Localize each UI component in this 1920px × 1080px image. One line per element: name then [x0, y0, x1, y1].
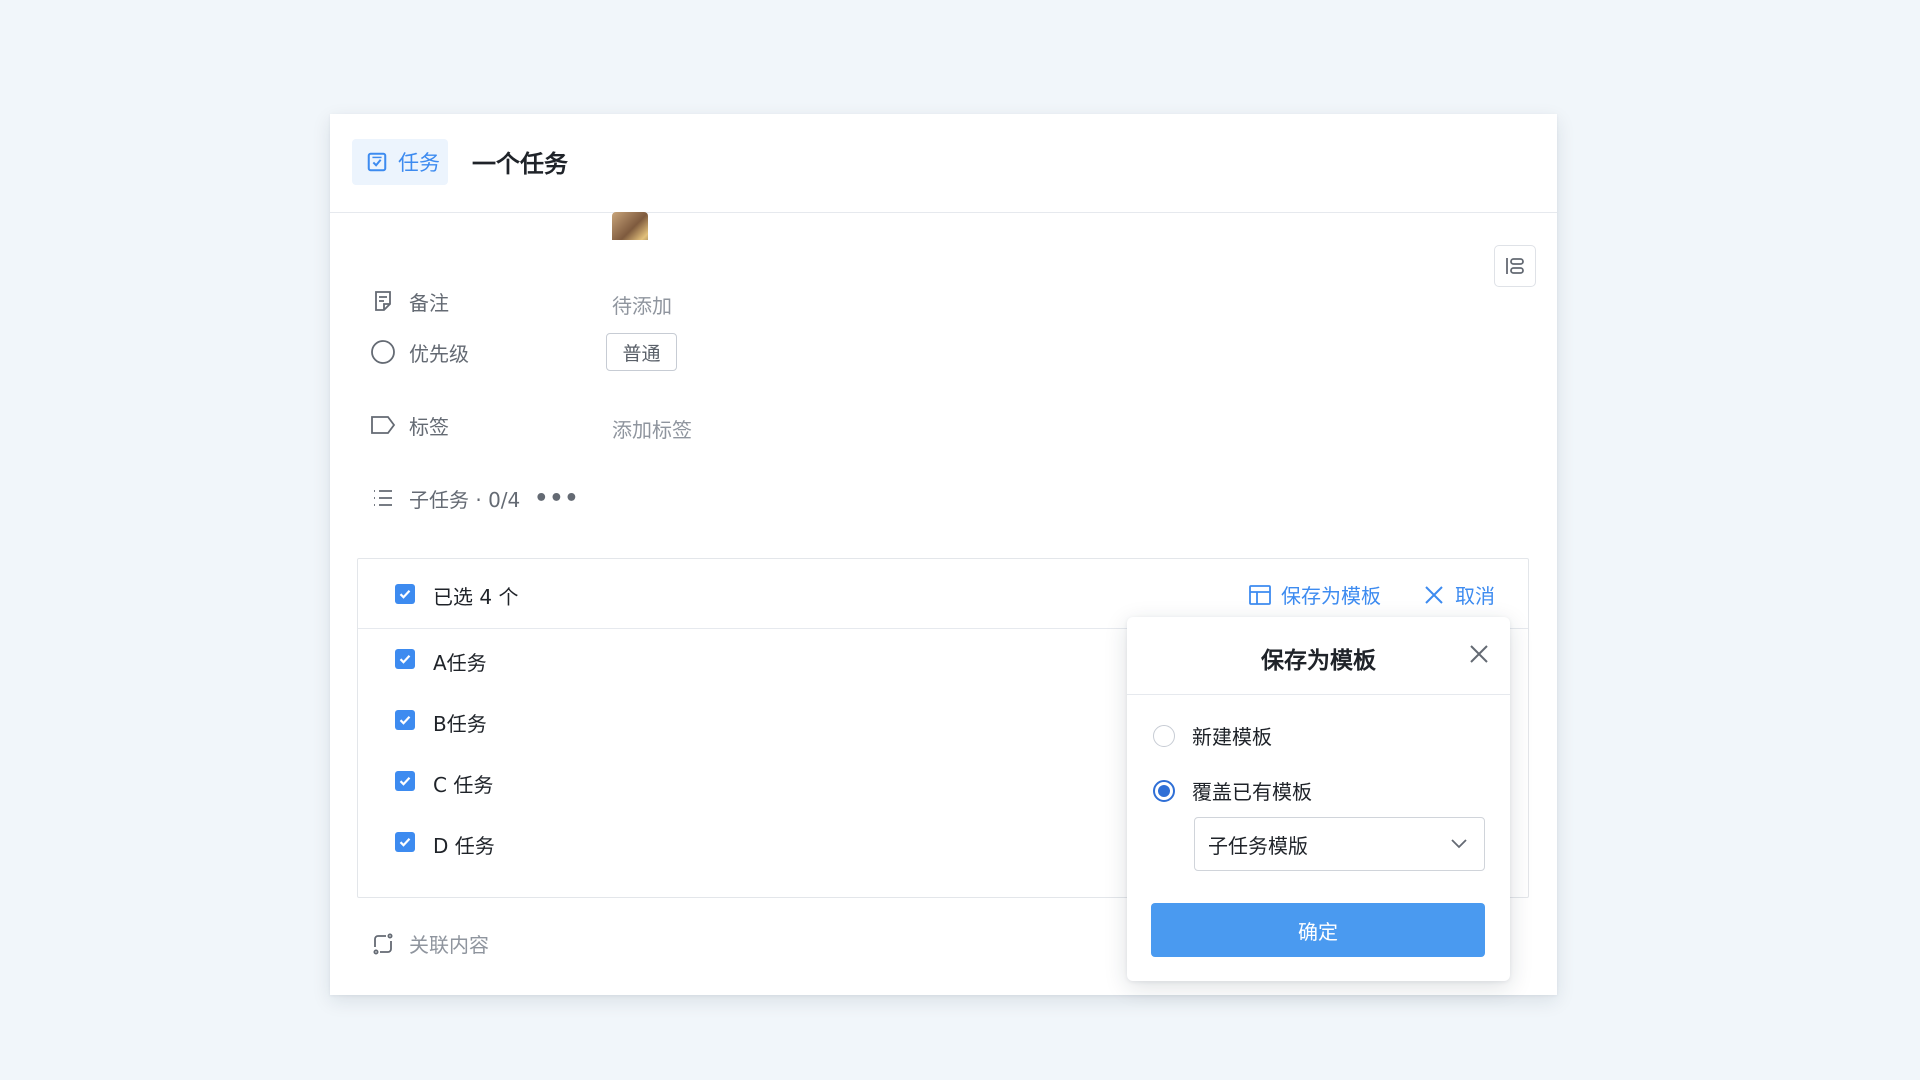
- cancel-selection-button[interactable]: 取消: [1422, 580, 1495, 609]
- check-icon: [399, 837, 411, 847]
- new-template-option[interactable]: 新建模板: [1153, 721, 1272, 750]
- tag-icon: [370, 412, 396, 438]
- subtasks-label: 子任务 · 0/4: [409, 487, 521, 512]
- confirm-button[interactable]: 确定: [1151, 903, 1485, 957]
- template-select[interactable]: 子任务模版: [1194, 817, 1485, 871]
- save-as-template-button[interactable]: 保存为模板: [1248, 580, 1381, 609]
- popup-title: 保存为模板: [1261, 648, 1376, 674]
- link-icon: [370, 931, 396, 957]
- cancel-label: 取消: [1455, 584, 1495, 608]
- selected-count: 已选 4 个: [433, 585, 519, 609]
- check-icon: [399, 715, 411, 725]
- overwrite-template-radio[interactable]: [1153, 779, 1175, 802]
- tags-field: 标签: [370, 405, 449, 445]
- popup-header: 保存为模板: [1127, 617, 1510, 695]
- layout-panel-icon: [1506, 258, 1524, 274]
- note-value[interactable]: 待添加: [612, 290, 672, 319]
- subtask-label: B任务: [433, 712, 487, 736]
- task-type-label: 任务: [398, 151, 440, 175]
- priority-label: 优先级: [409, 341, 469, 366]
- project-avatar: [612, 212, 648, 240]
- priority-value-tag[interactable]: 普通: [606, 333, 677, 371]
- note-label: 备注: [409, 290, 449, 315]
- new-template-radio[interactable]: [1153, 724, 1175, 747]
- subtasks-field: 子任务 · 0/4 •••: [370, 478, 579, 518]
- overwrite-template-option[interactable]: 覆盖已有模板: [1153, 776, 1312, 805]
- subtask-label: A任务: [433, 651, 487, 675]
- check-icon: [399, 776, 411, 786]
- subtask-checkbox[interactable]: [395, 771, 415, 791]
- subtask-label: C 任务: [433, 773, 494, 797]
- more-options-icon[interactable]: •••: [534, 486, 579, 511]
- priority-circle-icon: [370, 339, 396, 365]
- panel-header: 任务 一个任务: [330, 114, 1557, 213]
- save-template-popup: 保存为模板 新建模板 覆盖已有模板 子任务模版 确定: [1127, 617, 1510, 981]
- note-icon: [370, 288, 396, 314]
- task-type-badge[interactable]: 任务: [352, 139, 448, 185]
- template-icon: [1249, 584, 1271, 605]
- note-field: 备注: [370, 281, 449, 321]
- template-select-value: 子任务模版: [1208, 833, 1308, 858]
- subtask-checkbox[interactable]: [395, 832, 415, 852]
- close-icon: [1470, 645, 1488, 663]
- subtask-label: D 任务: [433, 834, 495, 858]
- subtask-checkbox[interactable]: [395, 649, 415, 669]
- subtask-checkbox[interactable]: [395, 710, 415, 730]
- related-content-label: 关联内容: [409, 933, 489, 957]
- scrolled-project-row: [330, 212, 1557, 240]
- popup-close-button[interactable]: [1466, 641, 1492, 667]
- check-icon: [399, 589, 411, 599]
- list-icon: [370, 485, 396, 511]
- task-check-icon: [367, 152, 387, 172]
- related-content-field[interactable]: 关联内容: [370, 929, 489, 958]
- check-icon: [399, 654, 411, 664]
- close-icon: [1425, 585, 1443, 604]
- add-tag-link[interactable]: 添加标签: [612, 414, 692, 443]
- new-template-label: 新建模板: [1192, 725, 1272, 749]
- chevron-down-icon: [1451, 839, 1467, 849]
- priority-field: 优先级: [370, 332, 469, 372]
- save-as-template-label: 保存为模板: [1281, 584, 1381, 608]
- tags-label: 标签: [409, 414, 449, 439]
- task-title[interactable]: 一个任务: [472, 144, 568, 179]
- select-all-checkbox[interactable]: [395, 584, 415, 604]
- layout-toggle-button[interactable]: [1494, 245, 1536, 287]
- overwrite-template-label: 覆盖已有模板: [1192, 780, 1312, 804]
